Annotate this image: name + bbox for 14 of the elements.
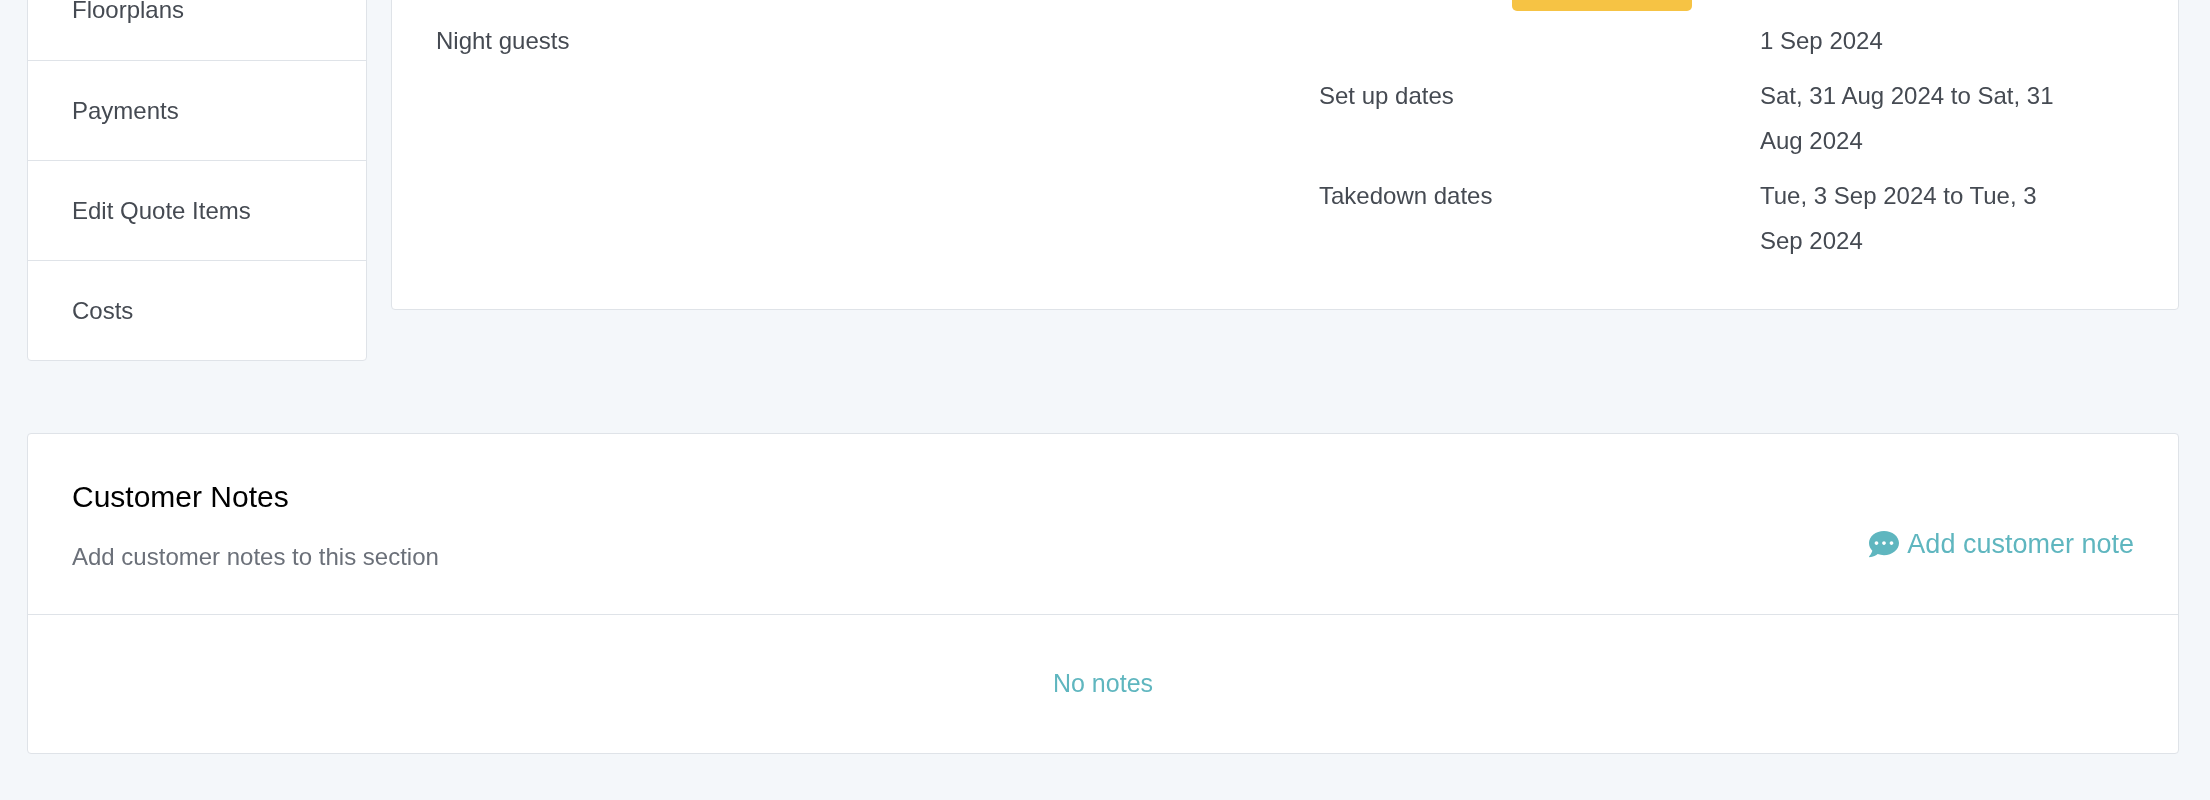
section-title: Customer Notes — [72, 478, 290, 515]
empty-notes-text: No notes — [1052, 668, 1154, 700]
guests-label: Night guests — [436, 26, 571, 56]
sidebar-item[interactable]: Payments — [28, 60, 366, 160]
date-range: Tue, 3 Sep 2024 to Tue, 3 Sep 2024 — [1760, 182, 2037, 254]
sidebar-item[interactable]: Edit Quote Items — [28, 160, 366, 260]
date-label: Takedown dates — [1319, 182, 1493, 209]
speech-bubble-icon — [1869, 529, 1900, 559]
date-range: 1 Sep 2024 — [1760, 27, 1883, 54]
sidebar-item[interactable]: Costs — [28, 260, 366, 360]
date-label: Set up dates — [1319, 82, 1454, 109]
date-range: Sat, 31 Aug 2024 to Sat, 31 Aug 2024 — [1760, 82, 2054, 154]
sidebar-item[interactable]: Floorplans — [28, 0, 366, 60]
section-subtitle: Add customer notes to this section — [72, 541, 439, 572]
